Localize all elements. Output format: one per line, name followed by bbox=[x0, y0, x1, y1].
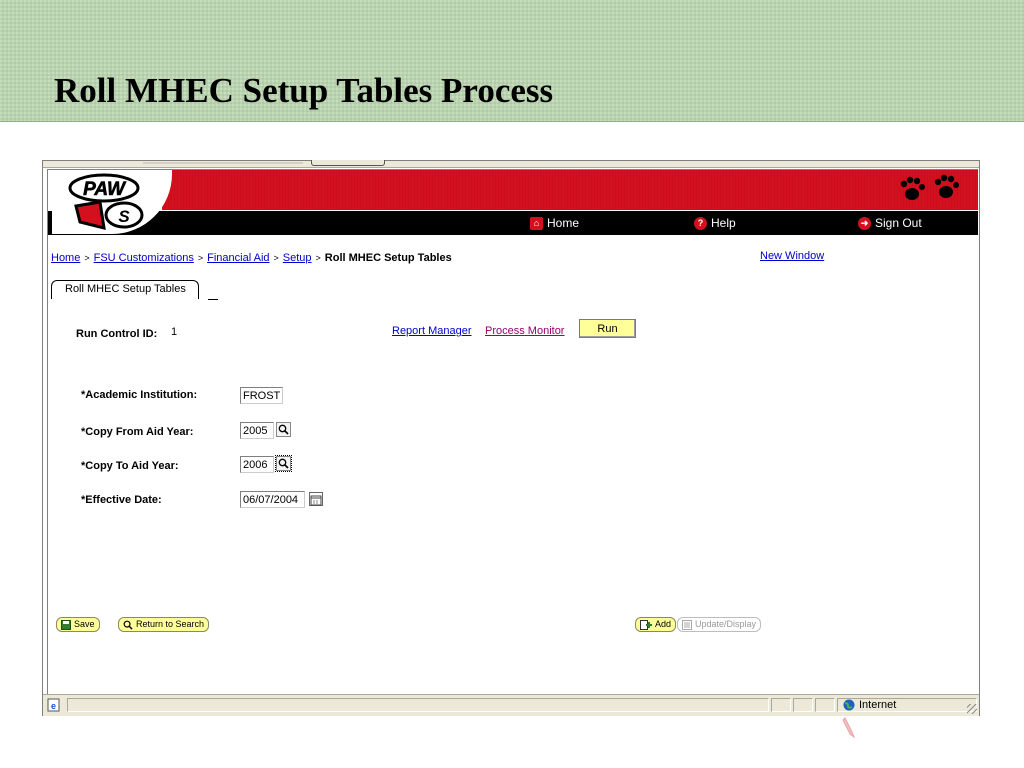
magnifier-icon bbox=[278, 424, 289, 435]
toolbar-strip bbox=[43, 160, 979, 168]
academic-institution-field[interactable] bbox=[240, 387, 283, 404]
nav-help-label: Help bbox=[711, 216, 736, 230]
svg-text:S: S bbox=[118, 207, 130, 226]
svg-text:PAW: PAW bbox=[83, 179, 127, 200]
paws-logo-icon: PAW S bbox=[68, 173, 144, 231]
run-button[interactable]: Run bbox=[579, 319, 636, 338]
academic-institution-label: *Academic Institution: bbox=[81, 389, 198, 401]
pencil-cursor-icon bbox=[842, 717, 855, 738]
help-icon: ? bbox=[694, 216, 707, 230]
copy-to-aid-year-label: *Copy To Aid Year: bbox=[81, 460, 179, 472]
report-manager-link[interactable]: Report Manager bbox=[392, 325, 472, 337]
nav-home[interactable]: ⌂ Home bbox=[530, 216, 579, 230]
copy-from-aid-year-field[interactable] bbox=[240, 422, 274, 439]
add-button-label: Add bbox=[655, 619, 672, 629]
breadcrumb-home[interactable]: Home bbox=[51, 252, 80, 264]
copy-to-aid-year-field[interactable] bbox=[240, 456, 274, 473]
nav-home-label: Home bbox=[547, 216, 580, 230]
calendar-button[interactable] bbox=[309, 492, 323, 506]
update-display-icon bbox=[682, 619, 692, 630]
return-to-search-button[interactable]: Return to Search bbox=[118, 617, 210, 632]
nav-sign-out-label: Sign Out bbox=[875, 216, 922, 230]
slide-title-band: Roll MHEC Setup Tables Process bbox=[0, 0, 1024, 122]
save-button-label: Save bbox=[74, 619, 95, 629]
save-button[interactable]: Save bbox=[56, 617, 100, 632]
copy-from-lookup-button[interactable] bbox=[276, 422, 291, 437]
page-content: PAW S ⌂ Home ? Help ➜ Sign Out Home > FS… bbox=[47, 169, 978, 694]
search-icon bbox=[123, 620, 133, 630]
process-monitor-link[interactable]: Process Monitor bbox=[485, 325, 564, 337]
save-icon bbox=[61, 619, 71, 630]
magnifier-icon bbox=[278, 458, 289, 469]
paws-logo[interactable]: PAW S bbox=[52, 170, 172, 234]
breadcrumb-current: Roll MHEC Setup Tables bbox=[324, 252, 452, 264]
return-to-search-label: Return to Search bbox=[136, 619, 205, 629]
header-red-bar bbox=[162, 170, 978, 210]
breadcrumb-fsu-customizations[interactable]: FSU Customizations bbox=[94, 252, 194, 264]
status-bar: e Internet bbox=[43, 694, 979, 716]
nav-sign-out[interactable]: ➜ Sign Out bbox=[858, 216, 922, 230]
update-display-label: Update/Display bbox=[695, 619, 757, 629]
copy-from-aid-year-label: *Copy From Aid Year: bbox=[81, 426, 194, 438]
home-icon: ⌂ bbox=[530, 216, 543, 230]
toolbar-button-stub[interactable] bbox=[311, 160, 385, 166]
new-window-link[interactable]: New Window bbox=[760, 250, 824, 262]
effective-date-label: *Effective Date: bbox=[81, 494, 162, 506]
header-nav-bar bbox=[48, 211, 978, 235]
ie-page-icon: e bbox=[47, 698, 61, 717]
run-control-value: 1 bbox=[171, 326, 178, 338]
run-control-label: Run Control ID: bbox=[76, 328, 158, 340]
tab-roll-mhec-setup-tables[interactable]: Roll MHEC Setup Tables bbox=[51, 280, 199, 299]
security-zone: Internet bbox=[843, 699, 896, 711]
security-zone-label: Internet bbox=[859, 699, 897, 711]
breadcrumb-setup[interactable]: Setup bbox=[283, 252, 312, 264]
svg-text:e: e bbox=[51, 701, 56, 711]
calendar-icon bbox=[310, 495, 322, 506]
nav-help[interactable]: ? Help bbox=[694, 216, 736, 230]
slide-title: Roll MHEC Setup Tables Process bbox=[54, 71, 554, 110]
paw-prints-icon bbox=[900, 174, 959, 200]
breadcrumb-financial-aid[interactable]: Financial Aid bbox=[207, 252, 269, 264]
add-icon bbox=[640, 619, 652, 630]
resize-grip[interactable] bbox=[967, 704, 977, 714]
breadcrumb: Home > FSU Customizations > Financial Aid > Se… bbox=[51, 252, 452, 264]
sign-out-icon: ➜ bbox=[858, 216, 871, 230]
globe-icon bbox=[843, 699, 855, 711]
effective-date-field[interactable] bbox=[240, 491, 305, 508]
copy-to-lookup-button[interactable] bbox=[275, 455, 292, 472]
browser-window: PAW S ⌂ Home ? Help ➜ Sign Out Home > FS… bbox=[42, 160, 980, 716]
add-button[interactable]: Add bbox=[635, 617, 677, 632]
update-display-button[interactable]: Update/Display bbox=[677, 617, 762, 632]
